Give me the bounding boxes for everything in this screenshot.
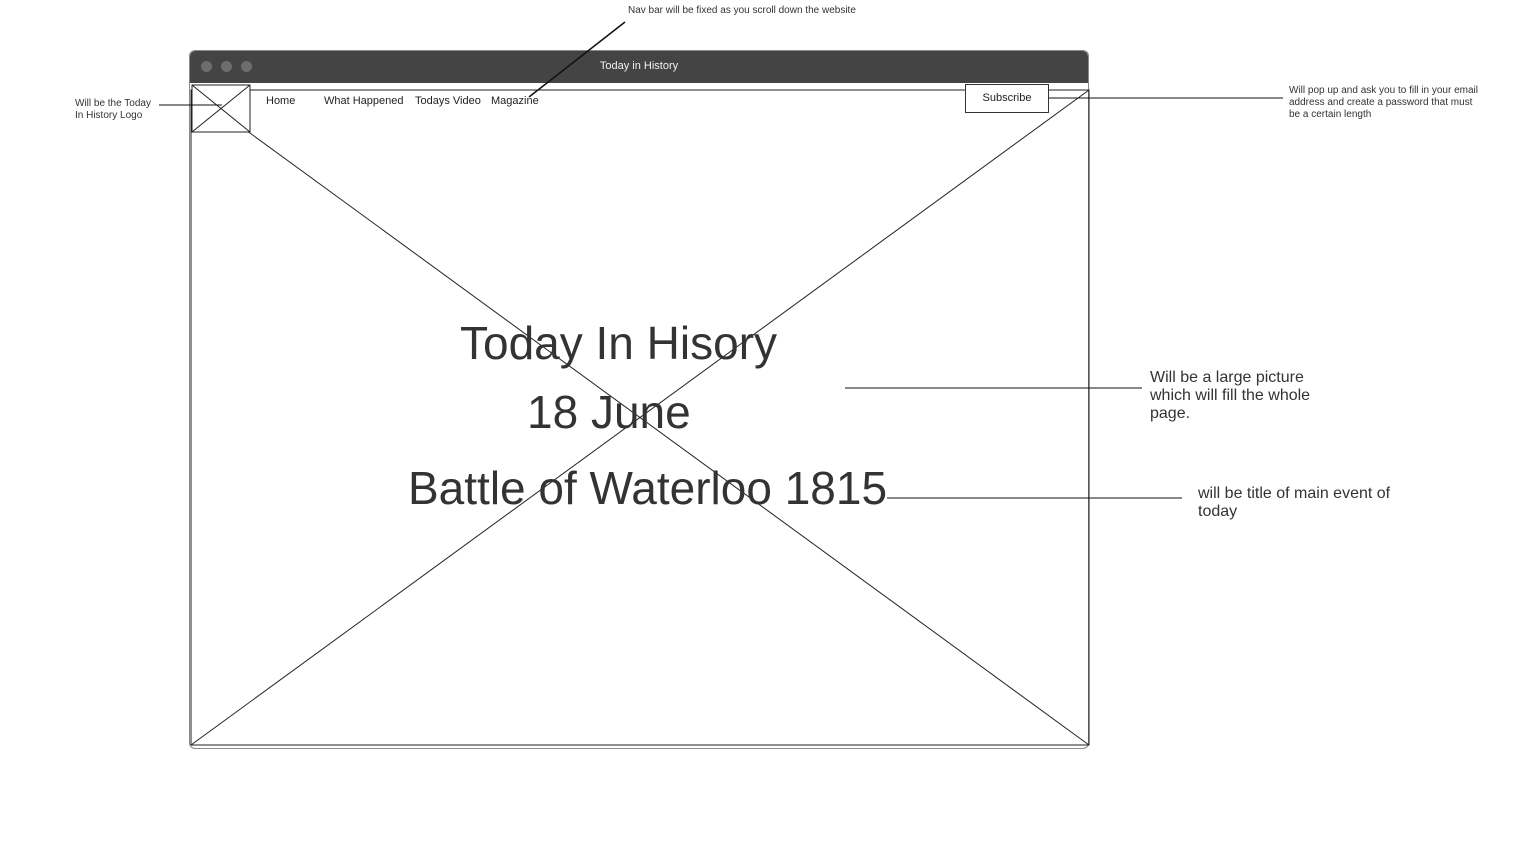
window-title: Today in History [599, 60, 679, 72]
logo-annotation: Will be the Today In History Logo [75, 98, 151, 121]
event-title-annotation: will be title of main event of today [1198, 485, 1391, 520]
nav-link-todays-video[interactable]: Todays Video [415, 95, 481, 107]
nav-link-what-happened[interactable]: What Happened [324, 95, 404, 107]
subscribe-button[interactable]: Subscribe [965, 84, 1049, 113]
wireframe-canvas: Today in History Home What Happened Toda… [0, 0, 1535, 861]
hero-title: Today In Hisory [460, 317, 778, 369]
nav-link-home[interactable]: Home [266, 95, 295, 107]
nav-link-magazine[interactable]: Magazine [491, 95, 539, 107]
subscribe-annotation: Will pop up and ask you to fill in your … [1289, 85, 1478, 120]
nav-fixed-annotation: Nav bar will be fixed as you scroll down… [628, 5, 856, 16]
hero-event-title: Battle of Waterloo 1815 [408, 462, 888, 514]
picture-annotation: Will be a large picture which will fill … [1150, 369, 1311, 422]
window-titlebar: Today in History [190, 51, 1088, 83]
hero-date: 18 June [527, 386, 691, 438]
